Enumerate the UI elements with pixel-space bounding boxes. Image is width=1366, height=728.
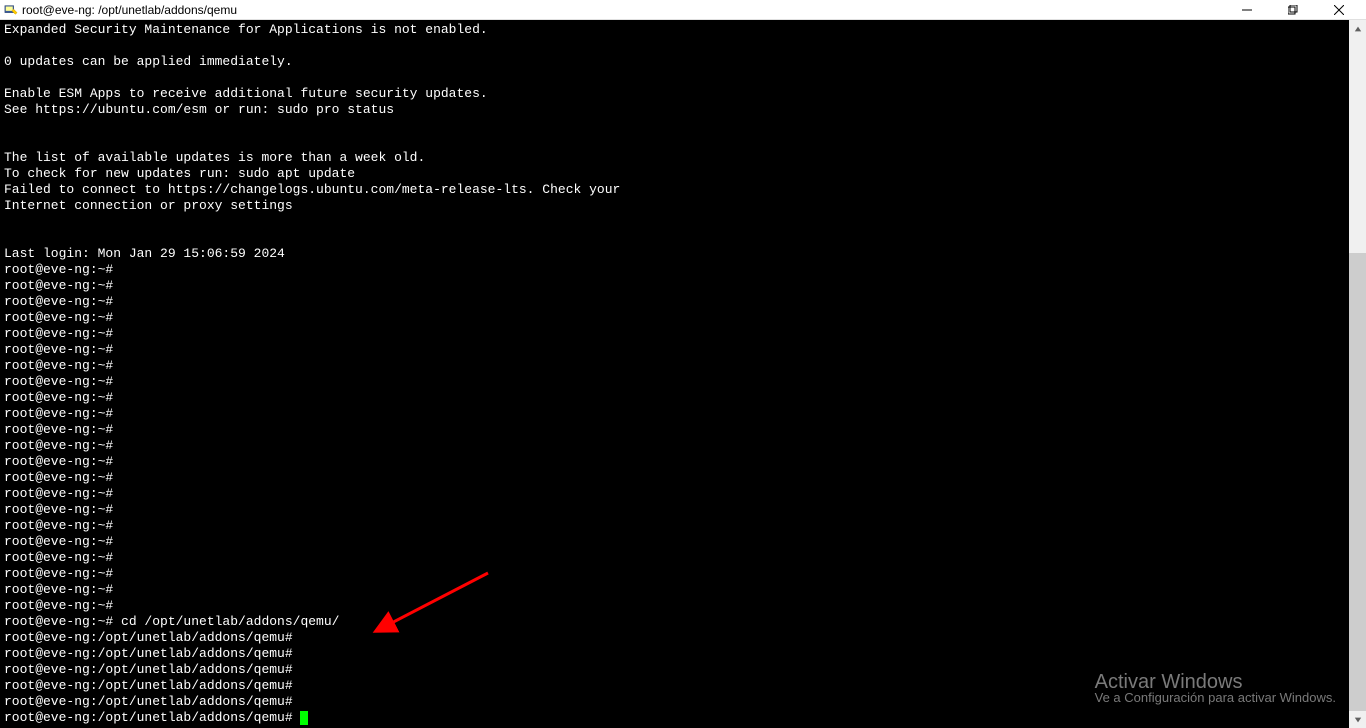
titlebar-controls	[1224, 0, 1362, 20]
terminal-cursor	[300, 711, 308, 725]
window-titlebar: root@eve-ng: /opt/unetlab/addons/qemu	[0, 0, 1366, 20]
titlebar-left: root@eve-ng: /opt/unetlab/addons/qemu	[4, 3, 237, 17]
scrollbar-thumb[interactable]	[1349, 253, 1366, 711]
window-title: root@eve-ng: /opt/unetlab/addons/qemu	[22, 3, 237, 17]
watermark-title: Activar Windows	[1095, 674, 1336, 690]
windows-activation-watermark: Activar Windows Ve a Configuración para …	[1095, 674, 1336, 706]
minimize-button[interactable]	[1224, 0, 1270, 20]
close-button[interactable]	[1316, 0, 1362, 20]
putty-icon	[4, 3, 18, 17]
watermark-subtitle: Ve a Configuración para activar Windows.	[1095, 690, 1336, 706]
scrollbar-down-icon[interactable]	[1349, 711, 1366, 728]
terminal-content: Expanded Security Maintenance for Applic…	[4, 22, 1345, 726]
maximize-button[interactable]	[1270, 0, 1316, 20]
scrollbar[interactable]	[1349, 20, 1366, 728]
scrollbar-track[interactable]	[1349, 37, 1366, 711]
terminal[interactable]: Expanded Security Maintenance for Applic…	[0, 20, 1366, 728]
scrollbar-up-icon[interactable]	[1349, 20, 1366, 37]
